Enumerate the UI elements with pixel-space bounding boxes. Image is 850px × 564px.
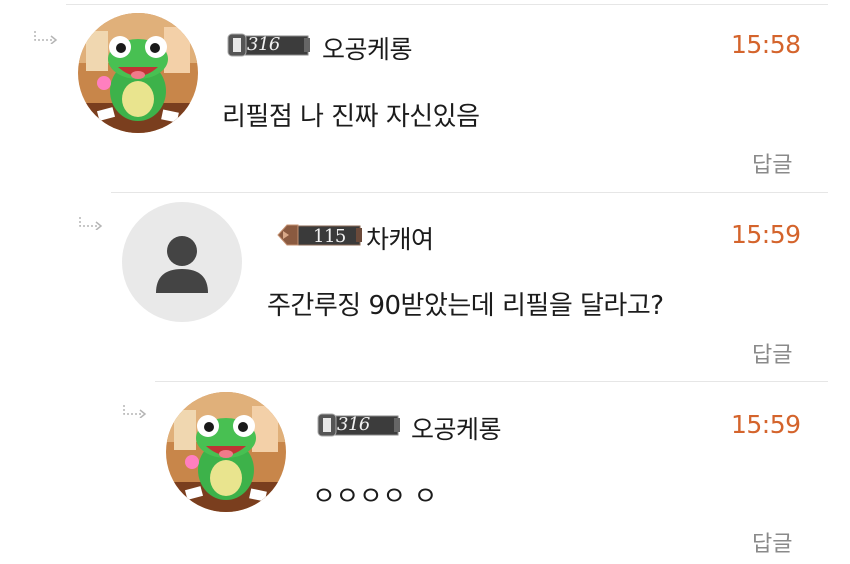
reply-button[interactable]: 답글 (752, 526, 792, 558)
frog-avatar-icon (166, 392, 286, 512)
reply-button[interactable]: 답글 (752, 147, 792, 179)
reply-button[interactable]: 답글 (752, 337, 792, 369)
comment-time: 15:58 (731, 30, 801, 59)
avatar-default[interactable] (122, 202, 242, 322)
comment-text: 주간루징 90받았는데 리필을 달라고? (267, 291, 664, 321)
level-number: 316 (337, 414, 370, 435)
reply-arrow-icon (79, 217, 103, 230)
comment-divider (155, 381, 828, 382)
comment-time: 15:59 (731, 220, 801, 249)
reply-arrow-icon (34, 31, 58, 44)
top-divider (66, 4, 828, 5)
comment-time: 15:59 (731, 410, 801, 439)
level-number: 115 (313, 226, 346, 247)
default-user-avatar-icon (156, 236, 208, 293)
comment-divider (111, 192, 828, 193)
comment-text: 리필점 나 진짜 자신있음 (222, 102, 480, 132)
avatar-frog[interactable] (166, 392, 286, 512)
avatar-frog[interactable] (78, 13, 198, 133)
frog-avatar-icon (78, 13, 198, 133)
level-number: 316 (247, 34, 280, 55)
comment-text: ㅇㅇㅇㅇ ㅇ (312, 482, 437, 512)
reply-arrow-icon (123, 405, 147, 418)
nickname[interactable]: 차캐여 (366, 220, 434, 256)
nickname[interactable]: 오공케롱 (322, 30, 413, 66)
nickname[interactable]: 오공케롱 (411, 410, 502, 446)
